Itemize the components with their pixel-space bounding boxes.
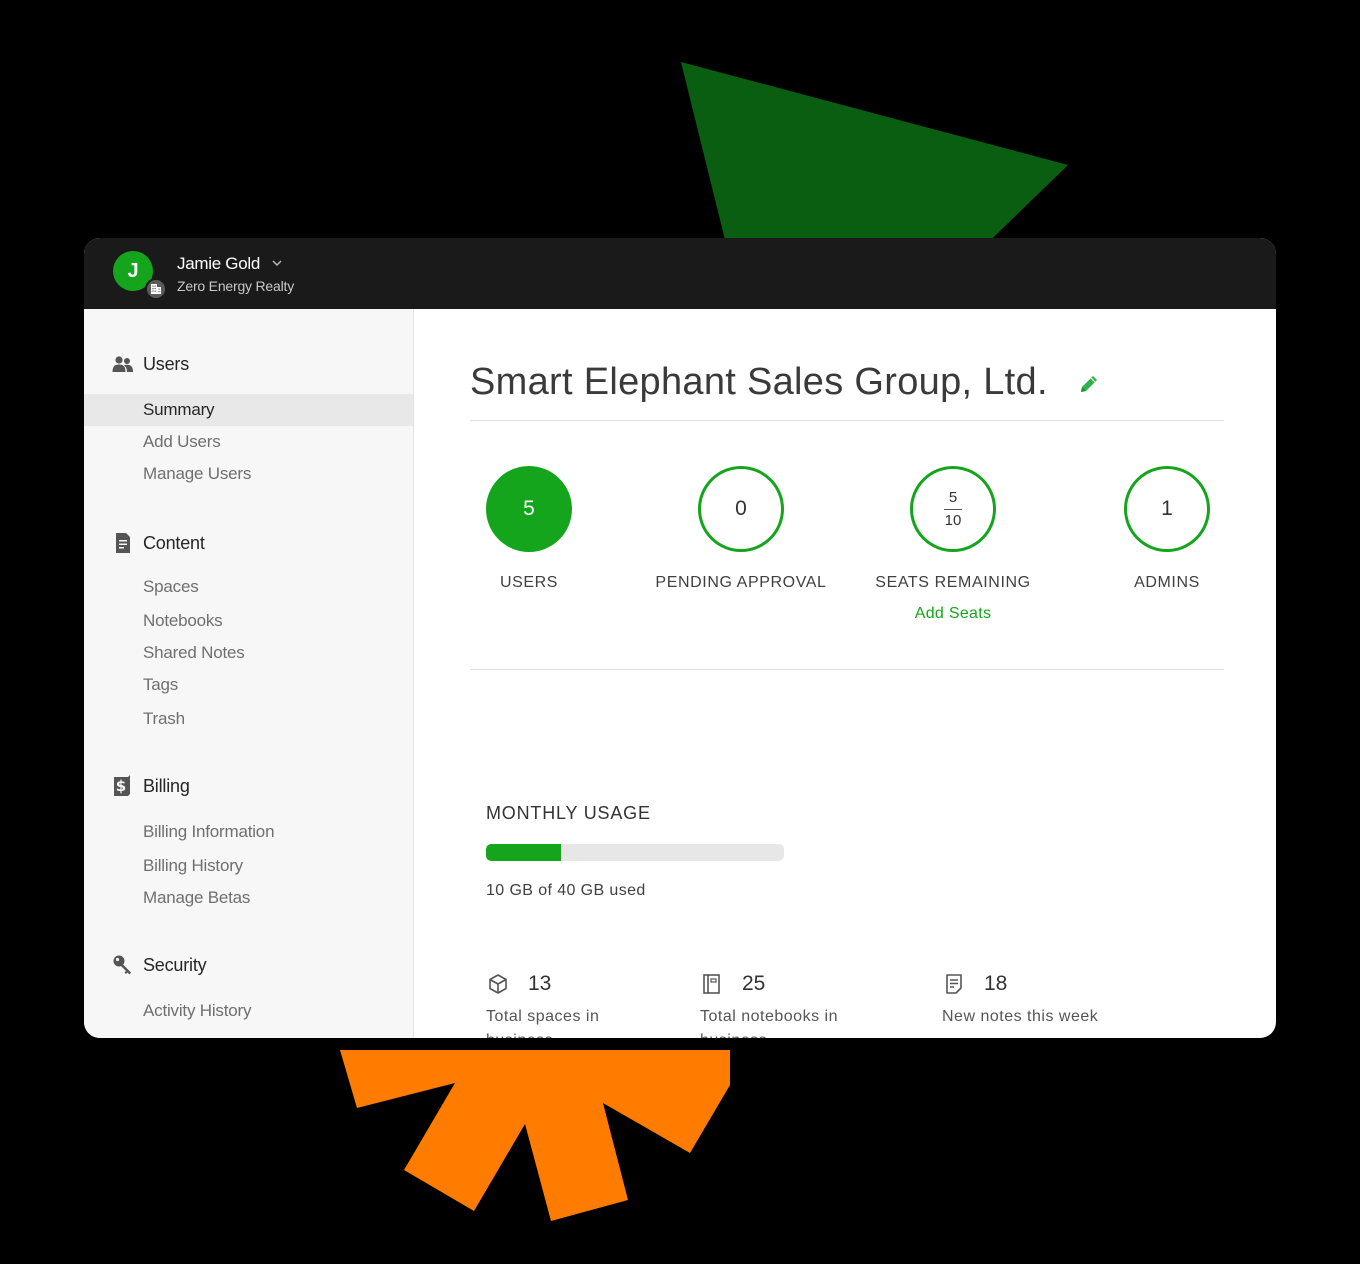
users-count: 5 [486,466,572,552]
fraction-bar [944,509,962,510]
sidebar-item-tags[interactable]: Tags [84,669,413,701]
chevron-down-icon[interactable] [271,257,283,269]
metric-description: Total notebooks in business [700,1008,838,1038]
stat-seats-remaining: 5 10 SEATS REMAINING Add Seats [853,466,1053,623]
sidebar-section-label: Billing [143,775,190,796]
summary-panel: Smart Elephant Sales Group, Ltd. 5 USERS… [415,309,1276,1038]
seats-remaining-count: 5 [948,489,958,506]
usage-text: 10 GB of 40 GB used [486,882,646,899]
sidebar-item-trash[interactable]: Trash [84,703,413,735]
admins-count: 1 [1124,466,1210,552]
seats-total-count: 10 [944,512,962,529]
metric-description: New notes this week [942,1008,1099,1025]
svg-text:$: $ [116,777,126,795]
document-icon [111,531,135,555]
metric-spaces: 13 Total spaces in business [486,971,656,1038]
spaces-count: 13 [528,972,552,995]
sidebar-item-add-users[interactable]: Add Users [84,426,413,458]
monthly-usage-title: MONTHLY USAGE [486,803,651,823]
sidebar: Users Summary Add Users Manage Users Con… [84,309,414,1038]
stat-label: USERS [499,574,559,591]
sidebar-item-activity-history[interactable]: Activity History [84,995,413,1027]
metric-notebooks: 25 Total notebooks in business [700,971,870,1038]
notes-count: 18 [984,972,1008,995]
admin-console-window: J Jamie Gold Zero Energy Realty Users Su… [84,238,1276,1038]
top-bar: J Jamie Gold Zero Energy Realty [84,238,1276,309]
usage-progress-fill [486,844,561,861]
metric-description: Total spaces in business [486,1008,600,1038]
metric-notes: 18 New notes this week [942,971,1112,1029]
divider [470,420,1224,421]
sidebar-item-manage-users[interactable]: Manage Users [84,458,413,490]
sidebar-item-summary[interactable]: Summary [84,394,413,426]
sidebar-section-label: Users [143,353,190,374]
sidebar-section-label: Content [143,532,205,553]
stat-label: SEATS REMAINING [875,574,1031,591]
building-icon [145,278,167,300]
sidebar-item-billing-information[interactable]: Billing Information [84,816,413,848]
usage-progress-bar [486,844,784,861]
sidebar-item-notebooks[interactable]: Notebooks [84,605,413,637]
sidebar-item-manage-betas[interactable]: Manage Betas [84,882,413,914]
notebook-icon [703,974,720,994]
seats-ring: 5 10 [910,466,996,552]
users-icon [111,352,135,376]
page-title: Smart Elephant Sales Group, Ltd. [470,361,1048,403]
pencil-icon[interactable] [1077,372,1101,396]
add-seats-link[interactable]: Add Seats [853,605,1053,623]
pending-count: 0 [698,466,784,552]
key-icon [111,953,135,977]
stat-label: PENDING APPROVAL [655,574,827,591]
dollar-icon: $ [111,774,135,798]
note-icon [946,974,962,994]
sidebar-item-shared-notes[interactable]: Shared Notes [84,637,413,669]
notebooks-count: 25 [742,972,766,995]
org-name: Zero Energy Realty [177,278,295,294]
sidebar-section-security: Security [111,952,207,978]
sidebar-section-label: Security [143,954,207,975]
cube-icon [489,974,507,994]
sidebar-item-spaces[interactable]: Spaces [84,571,413,603]
stat-pending-approval: 0 PENDING APPROVAL [641,466,841,592]
divider [470,669,1224,670]
sidebar-section-content: Content [111,530,205,556]
sidebar-section-users: Users [111,351,189,377]
stat-users: 5 USERS [429,466,629,592]
stat-admins: 1 ADMINS [1067,466,1267,592]
stat-label: ADMINS [1134,574,1200,591]
sidebar-section-billing: $ Billing [111,773,190,799]
user-name[interactable]: Jamie Gold [177,254,260,274]
sidebar-item-billing-history[interactable]: Billing History [84,850,413,882]
